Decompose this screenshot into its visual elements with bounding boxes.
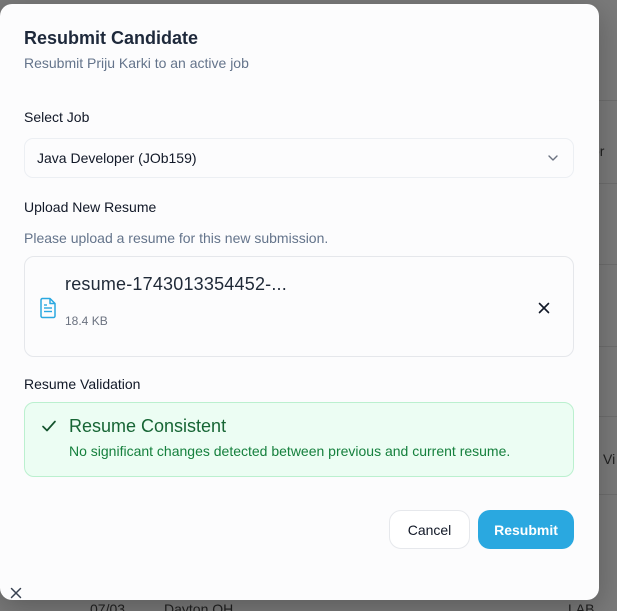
select-job-dropdown[interactable]: Java Developer (JOb159) (24, 138, 574, 178)
bg-text-fragment: Dayton,OH (164, 601, 234, 611)
chevron-down-icon (548, 155, 558, 161)
upload-resume-label: Upload New Resume (24, 199, 157, 215)
bg-text-fragment: LAB (568, 601, 595, 611)
bg-text-fragment: 07/03 (90, 601, 126, 611)
close-icon (538, 302, 550, 314)
resume-validation-label: Resume Validation (24, 376, 141, 392)
validation-status-box: Resume Consistent No significant changes… (24, 402, 574, 477)
bg-text-fragment: Vi (603, 451, 616, 467)
cancel-button[interactable]: Cancel (389, 510, 470, 549)
resubmit-candidate-dialog: Resubmit Candidate Resubmit Priju Karki … (0, 4, 599, 600)
dialog-title: Resubmit Candidate (24, 28, 199, 48)
validation-title: Resume Consistent (69, 416, 227, 436)
file-size: 18.4 KB (65, 314, 108, 328)
dialog-subtitle: Resubmit Priju Karki to an active job (24, 55, 249, 71)
validation-description: No significant changes detected between … (69, 443, 511, 459)
file-name: resume-1743013354452-... (65, 274, 287, 294)
uploaded-file-card: resume-1743013354452-... 18.4 KB (24, 256, 574, 357)
check-icon (42, 420, 56, 432)
resubmit-button[interactable]: Resubmit (478, 510, 574, 549)
select-job-value: Java Developer (JOb159) (37, 150, 197, 166)
remove-file-button[interactable] (533, 297, 555, 319)
document-icon (40, 297, 56, 319)
select-job-label: Select Job (24, 109, 90, 125)
close-icon[interactable] (9, 586, 23, 600)
upload-helper-text: Please upload a resume for this new subm… (24, 230, 329, 246)
